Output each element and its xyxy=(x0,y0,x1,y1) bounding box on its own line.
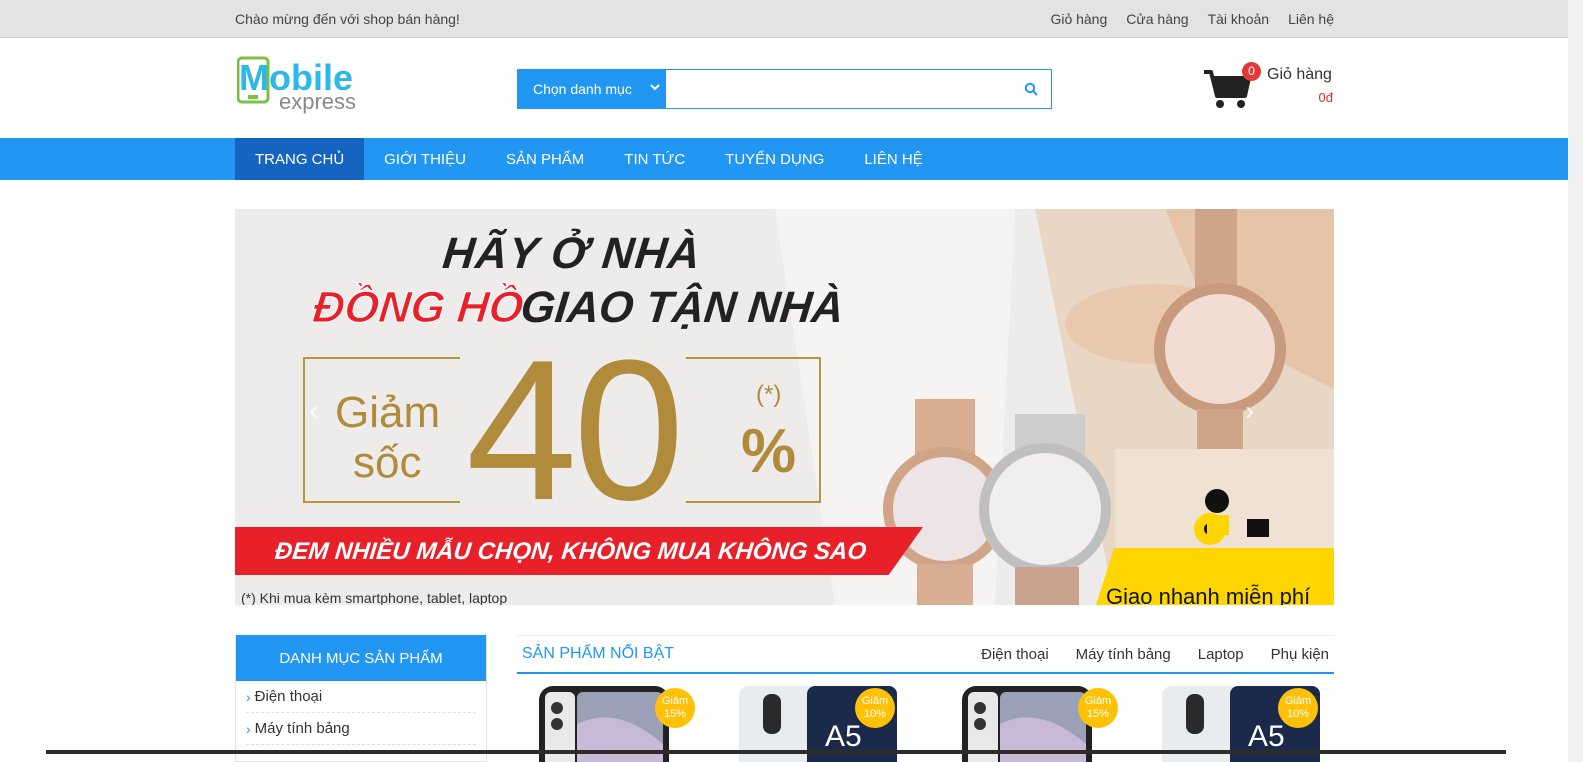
promo-red-text: ĐEM NHIỀU MẪU CHỌN, KHÔNG MUA KHÔNG SAO xyxy=(273,538,868,565)
discount-percent: % xyxy=(741,417,797,486)
chevron-right-icon: › xyxy=(246,688,251,705)
discount-asterisk: (*) xyxy=(756,381,782,408)
logo-text-express: express xyxy=(279,89,356,114)
top-links: Giỏ hàng Cửa hàng Tài khoản Liên hệ xyxy=(1050,11,1334,27)
sale-badge: Giảm 10% xyxy=(1278,688,1318,728)
shipping-text: Giao nhanh miễn phí xyxy=(1106,584,1311,605)
featured-title: SẢN PHẨM NỔI BẬT xyxy=(522,645,675,662)
svg-text:A5: A5 xyxy=(825,720,862,753)
tab-laptop[interactable]: Laptop xyxy=(1198,646,1244,663)
search-input[interactable] xyxy=(666,70,1011,108)
search-icon xyxy=(1024,82,1038,96)
cart-total: 0đ xyxy=(1318,90,1333,105)
svg-text:A5: A5 xyxy=(1248,720,1285,753)
nav-item-about[interactable]: GIỚI THIỆU xyxy=(364,138,486,180)
top-link-contact[interactable]: Liên hệ xyxy=(1288,11,1334,27)
search-bar: Chọn danh mục xyxy=(517,69,1052,109)
chevron-left-icon[interactable]: ‹ xyxy=(309,395,318,427)
tab-accessories[interactable]: Phụ kiện xyxy=(1271,646,1329,663)
sidebar-item-phones[interactable]: › Điện thoại xyxy=(246,681,476,713)
discount-number: 40 xyxy=(460,331,687,531)
tab-phones[interactable]: Điện thoại xyxy=(981,646,1049,663)
vertical-scrollbar[interactable] xyxy=(1568,0,1583,762)
horizontal-scrollbar[interactable] xyxy=(46,750,1506,754)
header-cart[interactable]: 0 Giỏ hàng 0đ xyxy=(1203,62,1338,114)
chevron-down-icon xyxy=(650,84,660,91)
phone-logo-icon: Mobile express xyxy=(236,56,356,114)
sidebar-title: DANH MỤC SẢN PHẨM xyxy=(236,635,486,681)
chevron-right-icon[interactable]: › xyxy=(1245,395,1254,427)
sidebar-item-label: Máy tính bảng xyxy=(254,720,350,737)
featured-products: SẢN PHẨM NỔI BẬT Điện thoại Máy tính bản… xyxy=(517,635,1334,762)
category-select-label: Chọn danh mục xyxy=(533,81,632,97)
sidebar-item-label: Điện thoại xyxy=(254,688,323,705)
sale-badge: Giảm 15% xyxy=(655,688,695,728)
sale-badge: Giảm 15% xyxy=(1078,688,1118,728)
banner-headline-1: HÃY Ở NHÀ xyxy=(440,229,704,278)
nav-item-home[interactable]: TRANG CHỦ xyxy=(235,138,365,180)
nav-item-recruitment[interactable]: TUYỂN DỤNG xyxy=(705,138,844,180)
hero-banner[interactable]: HÃY Ở NHÀ ĐỒNG HỒ GIAO TẬN NHÀ Giảm sốc … xyxy=(235,209,1334,605)
sale-badge: Giảm 10% xyxy=(855,688,895,728)
search-button[interactable] xyxy=(1011,70,1051,108)
featured-tabs: Điện thoại Máy tính bảng Laptop Phụ kiện xyxy=(981,646,1329,663)
nav-item-products[interactable]: SẢN PHẨM xyxy=(486,138,604,180)
chevron-right-icon: › xyxy=(246,720,251,737)
banner-text-soc: sốc xyxy=(353,438,422,487)
top-bar: Chào mừng đến với shop bán hàng! Giỏ hàn… xyxy=(0,0,1568,38)
main-nav: TRANG CHỦ GIỚI THIỆU SẢN PHẨM TIN TỨC TU… xyxy=(0,138,1568,180)
top-link-cart[interactable]: Giỏ hàng xyxy=(1050,11,1107,27)
cart-label: Giỏ hàng xyxy=(1267,66,1332,83)
category-sidebar: DANH MỤC SẢN PHẨM › Điện thoại › Máy tín… xyxy=(235,635,487,762)
category-select[interactable]: Chọn danh mục xyxy=(518,70,666,108)
tab-tablets[interactable]: Máy tính bảng xyxy=(1076,646,1171,663)
welcome-text: Chào mừng đến với shop bán hàng! xyxy=(235,11,460,27)
nav-item-contact[interactable]: LIÊN HỆ xyxy=(844,138,942,180)
promo-note: (*) Khi mua kèm smartphone, tablet, lapt… xyxy=(241,590,508,605)
top-link-store[interactable]: Cửa hàng xyxy=(1126,11,1188,27)
cart-count-badge: 0 xyxy=(1242,62,1261,81)
nav-item-news[interactable]: TIN TỨC xyxy=(604,138,705,180)
banner-text-giam: Giảm xyxy=(335,388,441,437)
top-link-account[interactable]: Tài khoản xyxy=(1208,11,1269,27)
site-logo[interactable]: Mobile express xyxy=(236,56,367,116)
sidebar-item-tablets[interactable]: › Máy tính bảng xyxy=(246,713,476,745)
featured-header: SẢN PHẨM NỔI BẬT Điện thoại Máy tính bản… xyxy=(517,635,1334,674)
